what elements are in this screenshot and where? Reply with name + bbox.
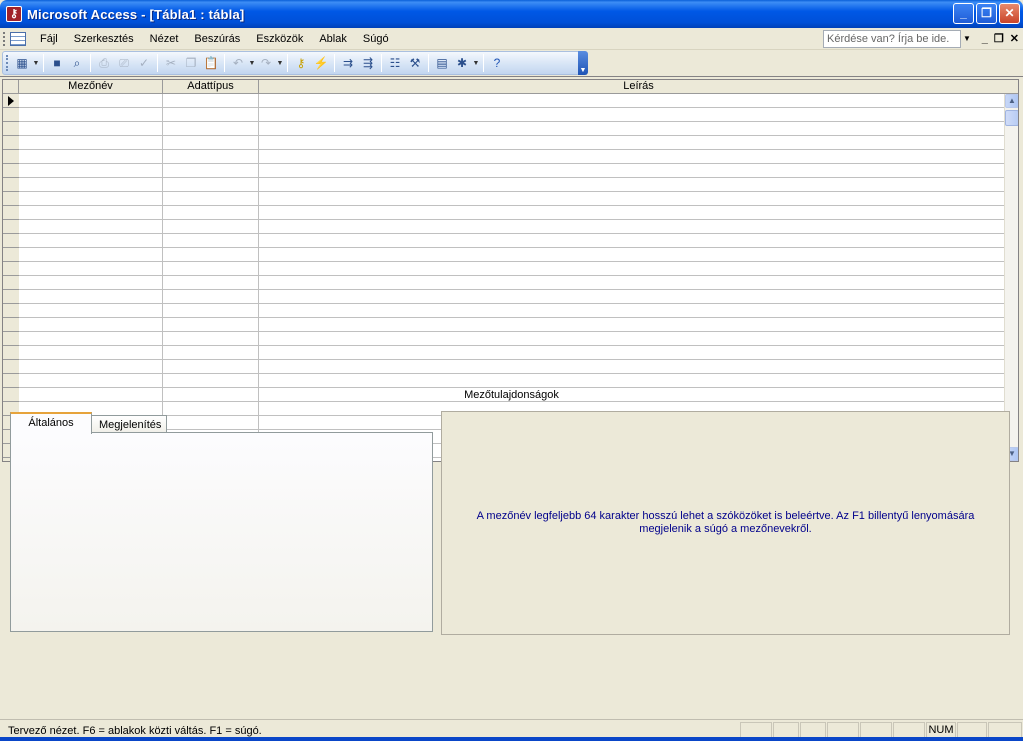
menu-insert[interactable]: Beszúrás bbox=[186, 33, 248, 45]
scroll-thumb[interactable] bbox=[1005, 110, 1018, 126]
field-properties-title: Mezőtulajdonságok bbox=[464, 389, 559, 401]
menu-edit[interactable]: Szerkesztés bbox=[66, 33, 142, 45]
paste-icon[interactable]: 📋 bbox=[201, 53, 221, 73]
mdi-restore-button[interactable]: ❐ bbox=[994, 30, 1004, 48]
scroll-up-icon[interactable]: ▲ bbox=[1005, 94, 1018, 108]
status-text: Tervező nézet. F6 = ablakok közti váltás… bbox=[8, 724, 262, 737]
toolbar-separator bbox=[334, 54, 335, 72]
field-help-panel: A mezőnév legfeljebb 64 karakter hosszú … bbox=[441, 411, 1010, 635]
menu-tools[interactable]: Eszközök bbox=[248, 33, 311, 45]
table-design-toolbar: ▦ ▼ ■ ⌕ ⎙ ⎚ ✓ ✂ ❐ 📋 ↶ ▼ ↷ ▼ ⚷ ⚡ ⇉ ⇶ ☷ ⚒ … bbox=[2, 51, 588, 75]
column-header-data-type[interactable]: Adattípus bbox=[163, 80, 259, 94]
menu-view[interactable]: Nézet bbox=[142, 33, 187, 45]
mdi-controls: _ ❐ ✕ bbox=[982, 30, 1019, 48]
undo-dropdown-icon[interactable]: ▼ bbox=[248, 60, 256, 67]
properties-icon[interactable]: ☷ bbox=[385, 53, 405, 73]
toolbar-separator bbox=[483, 54, 484, 72]
new-object-icon[interactable]: ✱ bbox=[452, 53, 472, 73]
menu-help[interactable]: Súgó bbox=[355, 33, 397, 45]
window-title: Microsoft Access - [Tábla1 : tábla] bbox=[27, 6, 245, 22]
field-grid: Mezőnév Adattípus Leírás ▲ ▼ bbox=[2, 79, 1019, 462]
build-icon[interactable]: ⚒ bbox=[405, 53, 425, 73]
help-search-input[interactable]: Kérdése van? Írja be ide. bbox=[823, 30, 961, 48]
tab-general[interactable]: Általános bbox=[10, 412, 92, 434]
help-search: Kérdése van? Írja be ide. ▼ bbox=[823, 30, 973, 48]
grid-rows[interactable] bbox=[19, 94, 1004, 461]
general-properties-panel bbox=[10, 432, 433, 632]
view-icon[interactable]: ▦ bbox=[12, 53, 32, 73]
chevron-down-icon[interactable]: ▼ bbox=[961, 30, 973, 48]
toolbar-options-icon[interactable]: ▼ bbox=[578, 51, 588, 75]
primary-key-icon[interactable]: ⚷ bbox=[291, 53, 311, 73]
table-doc-icon[interactable] bbox=[10, 31, 26, 46]
column-header-description[interactable]: Leírás bbox=[259, 80, 1018, 94]
current-row-pointer-icon bbox=[8, 96, 14, 106]
cut-icon[interactable]: ✂ bbox=[161, 53, 181, 73]
window-controls: _ ❐ ✕ bbox=[953, 3, 1020, 24]
redo-dropdown-icon[interactable]: ▼ bbox=[276, 60, 284, 67]
row-selectors[interactable] bbox=[3, 94, 19, 461]
print-icon[interactable]: ⎙ bbox=[94, 53, 114, 73]
copy-icon[interactable]: ❐ bbox=[181, 53, 201, 73]
menu-file[interactable]: Fájl bbox=[32, 33, 66, 45]
insert-rows-icon[interactable]: ⇉ bbox=[338, 53, 358, 73]
toolbar-separator bbox=[157, 54, 158, 72]
help-icon[interactable]: ? bbox=[487, 53, 507, 73]
delete-rows-icon[interactable]: ⇶ bbox=[358, 53, 378, 73]
mdi-close-button[interactable]: ✕ bbox=[1010, 30, 1019, 48]
toolbar-separator bbox=[90, 54, 91, 72]
redo-icon[interactable]: ↷ bbox=[256, 53, 276, 73]
close-button[interactable]: ✕ bbox=[999, 3, 1020, 24]
mdi-minimize-button[interactable]: _ bbox=[982, 30, 988, 48]
toolbar-separator bbox=[224, 54, 225, 72]
title-bar: ⚷ Microsoft Access - [Tábla1 : tábla] _ … bbox=[0, 0, 1023, 28]
restore-button[interactable]: ❐ bbox=[976, 3, 997, 24]
toolbar-separator bbox=[428, 54, 429, 72]
field-help-text: A mezőnév legfeljebb 64 karakter hosszú … bbox=[476, 510, 975, 535]
grid-corner[interactable] bbox=[3, 80, 19, 94]
window-bottom-border bbox=[0, 737, 1023, 741]
minimize-button[interactable]: _ bbox=[953, 3, 974, 24]
indexes-icon[interactable]: ⚡ bbox=[311, 53, 331, 73]
view-dropdown-icon[interactable]: ▼ bbox=[32, 60, 40, 67]
column-header-field-name[interactable]: Mezőnév bbox=[19, 80, 163, 94]
database-window-icon[interactable]: ▤ bbox=[432, 53, 452, 73]
new-object-dropdown-icon[interactable]: ▼ bbox=[472, 60, 480, 67]
menu-grip[interactable] bbox=[3, 31, 7, 46]
access-key-icon[interactable]: ⚷ bbox=[6, 6, 22, 22]
undo-icon[interactable]: ↶ bbox=[228, 53, 248, 73]
toolbar-grip[interactable] bbox=[6, 55, 9, 71]
spelling-icon[interactable]: ✓ bbox=[134, 53, 154, 73]
toolbar-separator bbox=[287, 54, 288, 72]
toolbar-separator bbox=[381, 54, 382, 72]
print-preview-icon[interactable]: ⎚ bbox=[114, 53, 134, 73]
save-icon[interactable]: ■ bbox=[47, 53, 67, 73]
grid-header: Mezőnév Adattípus Leírás bbox=[3, 80, 1018, 94]
search-icon[interactable]: ⌕ bbox=[67, 53, 87, 73]
menu-window[interactable]: Ablak bbox=[311, 33, 355, 45]
toolbar-separator bbox=[43, 54, 44, 72]
menu-bar: Fájl Szerkesztés Nézet Beszúrás Eszközök… bbox=[0, 28, 1023, 50]
vertical-scrollbar[interactable]: ▲ ▼ bbox=[1004, 94, 1018, 461]
